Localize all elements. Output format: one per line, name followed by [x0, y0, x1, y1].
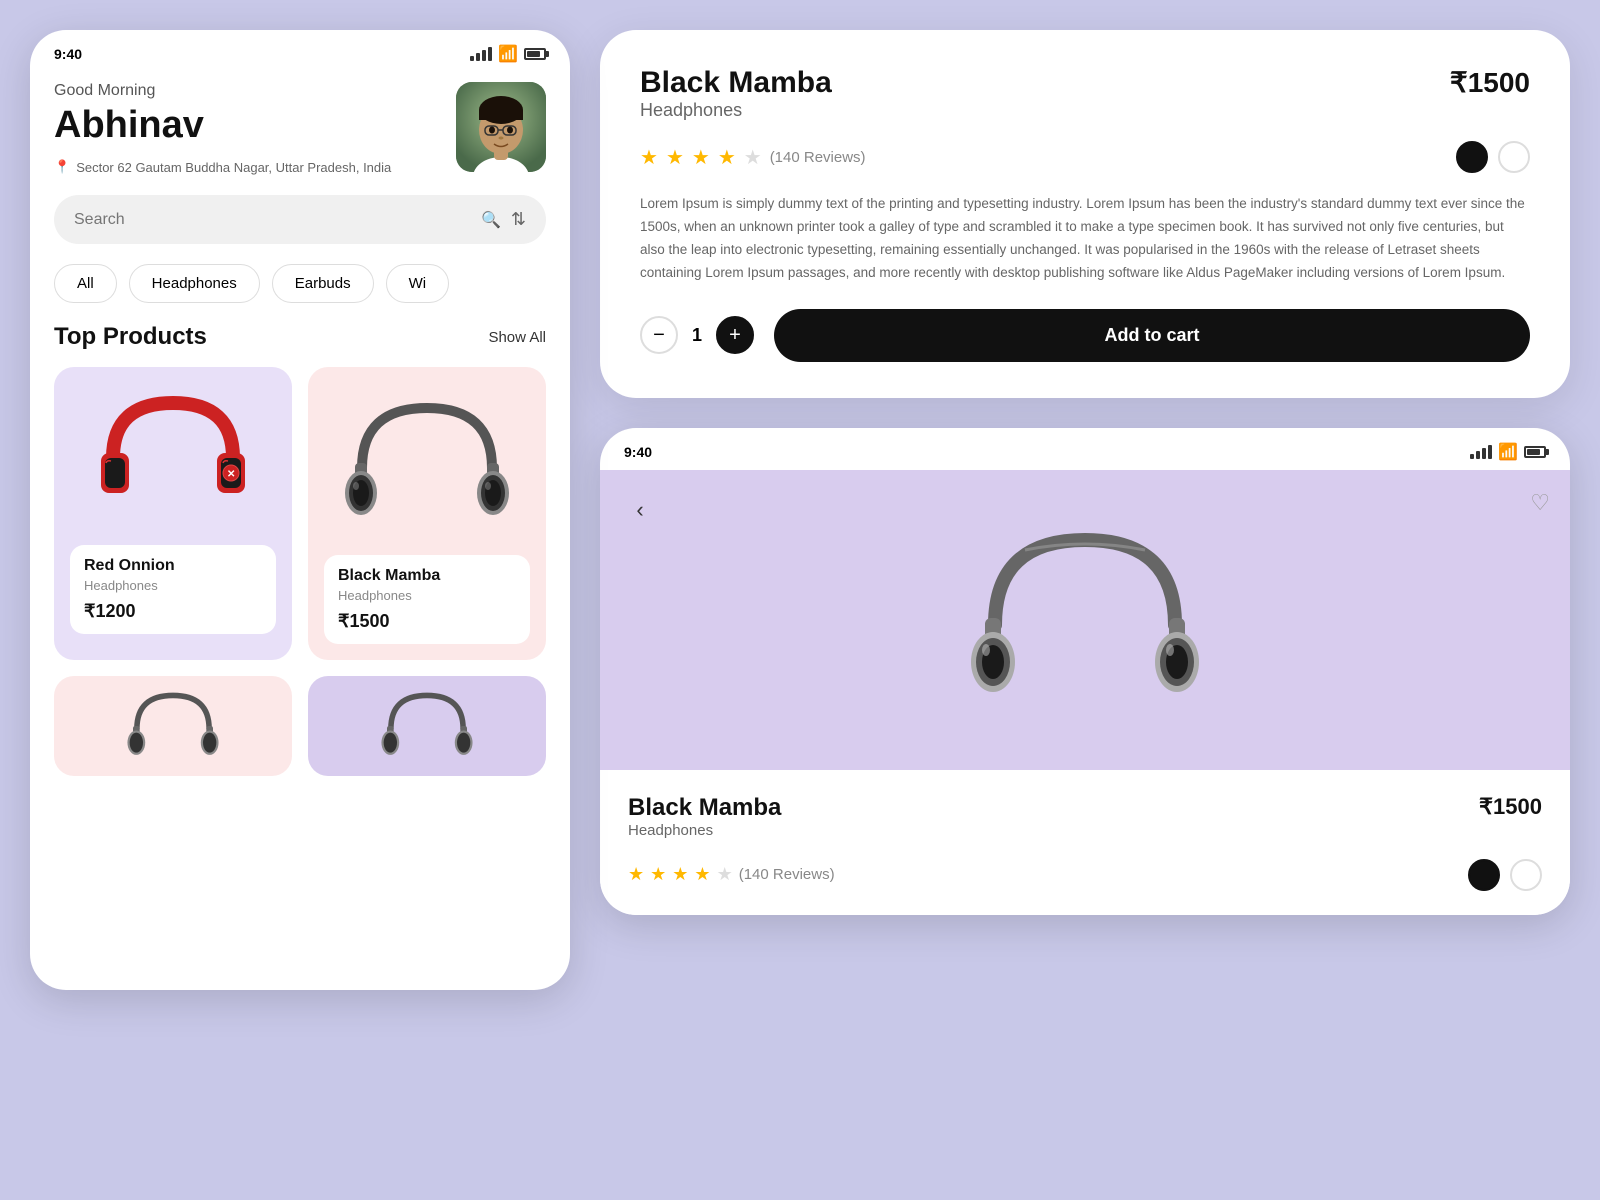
- bottom-detail-title: Black Mamba: [628, 794, 781, 822]
- product-image-red-onnion: ✕: [70, 383, 276, 533]
- product-type-2: Headphones: [338, 588, 516, 603]
- detail-header: Black Mamba Headphones ₹1500: [640, 66, 1530, 135]
- bottom-star-3: ★: [672, 864, 688, 885]
- bottom-title-group: Black Mamba Headphones: [628, 794, 781, 853]
- section-title: Top Products: [54, 323, 207, 351]
- bottom-status-bar: 9:40 📶: [600, 428, 1570, 470]
- bottom-star-2: ★: [650, 864, 666, 885]
- bottom-wifi-icon: 📶: [1498, 442, 1518, 462]
- search-bar[interactable]: 🔍 ⇅: [54, 195, 546, 244]
- detail-subtitle: Headphones: [640, 100, 832, 121]
- product-name-1: Red Onnion: [84, 557, 262, 575]
- bottom-detail-price: ₹1500: [1479, 794, 1542, 820]
- product-image-black-mamba: [324, 383, 530, 543]
- bottom-color-white[interactable]: [1510, 859, 1542, 891]
- status-bar: 9:40 📶: [30, 30, 570, 72]
- location-pin-icon: 📍: [54, 159, 70, 175]
- category-wi[interactable]: Wi: [386, 264, 450, 303]
- description-text: Lorem Ipsum is simply dummy text of the …: [640, 193, 1530, 285]
- left-phone: 9:40 📶 Good Morning Abhinav 📍 Sector 62 …: [30, 30, 570, 990]
- categories-row: All Headphones Earbuds Wi: [30, 264, 570, 323]
- product-image-screen: ‹ ♡: [600, 470, 1570, 770]
- product-info-black-mamba: Black Mamba Headphones ₹1500: [324, 555, 530, 644]
- section-header: Top Products Show All: [30, 323, 570, 367]
- star-1: ★: [640, 145, 658, 170]
- time-display: 9:40: [54, 46, 82, 62]
- status-icons: 📶: [470, 44, 546, 64]
- bottom-star-1: ★: [628, 864, 644, 885]
- star-5: ★: [744, 145, 762, 170]
- bottom-stars-row: ★ ★ ★ ★ ★ (140 Reviews): [628, 859, 1542, 891]
- signal-icon: [470, 47, 492, 61]
- color-black[interactable]: [1456, 141, 1488, 173]
- detail-title-group: Black Mamba Headphones: [640, 66, 832, 135]
- add-to-cart-row: − 1 + Add to cart: [640, 309, 1530, 362]
- filter-button[interactable]: ⇅: [511, 209, 526, 230]
- star-2: ★: [666, 145, 684, 170]
- bottom-detail-header: Black Mamba Headphones ₹1500: [628, 794, 1542, 853]
- product-type-1: Headphones: [84, 578, 262, 593]
- detail-card: Black Mamba Headphones ₹1500 ★ ★ ★ ★ ★ (…: [600, 30, 1570, 398]
- location-text: Sector 62 Gautam Buddha Nagar, Uttar Pra…: [76, 160, 391, 175]
- search-input[interactable]: [74, 211, 471, 229]
- category-all[interactable]: All: [54, 264, 117, 303]
- color-white[interactable]: [1498, 141, 1530, 173]
- reviews-text: (140 Reviews): [770, 149, 866, 166]
- header-section: Good Morning Abhinav 📍 Sector 62 Gautam …: [30, 72, 570, 175]
- bottom-color-options: [1468, 859, 1542, 891]
- svg-text:✕: ✕: [227, 469, 235, 480]
- star-4: ★: [718, 145, 736, 170]
- bottom-signal-icon: [1470, 445, 1492, 459]
- avatar: [456, 82, 546, 172]
- quantity-control: − 1 +: [640, 316, 754, 354]
- bottom-phone: 9:40 📶 ‹ ♡: [600, 428, 1570, 915]
- bottom-reviews: (140 Reviews): [739, 866, 835, 883]
- category-headphones[interactable]: Headphones: [129, 264, 260, 303]
- favorite-button[interactable]: ♡: [1530, 490, 1550, 516]
- bottom-detail: Black Mamba Headphones ₹1500 ★ ★ ★ ★ ★ (…: [600, 770, 1570, 915]
- product-card-red-onnion[interactable]: ✕ Red Onnion Headphones ₹1200: [54, 367, 292, 660]
- bottom-battery-icon: [1524, 446, 1546, 458]
- product-card-black-mamba[interactable]: Black Mamba Headphones ₹1500: [308, 367, 546, 660]
- location-row: 📍 Sector 62 Gautam Buddha Nagar, Uttar P…: [54, 159, 391, 175]
- product-price-1: ₹1200: [84, 601, 262, 622]
- color-options: [1456, 141, 1530, 173]
- search-icon[interactable]: 🔍: [481, 210, 501, 230]
- user-info: Good Morning Abhinav 📍 Sector 62 Gautam …: [54, 82, 391, 175]
- bottom-star-4: ★: [694, 864, 710, 885]
- bottom-status-icons: 📶: [1470, 442, 1546, 462]
- add-to-cart-button[interactable]: Add to cart: [774, 309, 1530, 362]
- quantity-value: 1: [692, 325, 702, 346]
- star-3: ★: [692, 145, 710, 170]
- battery-icon: [524, 48, 546, 60]
- decrease-quantity-button[interactable]: −: [640, 316, 678, 354]
- back-button[interactable]: ‹: [620, 490, 660, 530]
- wifi-icon: 📶: [498, 44, 518, 64]
- product-info-red-onnion: Red Onnion Headphones ₹1200: [70, 545, 276, 634]
- show-all-button[interactable]: Show All: [488, 329, 546, 346]
- right-column: Black Mamba Headphones ₹1500 ★ ★ ★ ★ ★ (…: [600, 30, 1570, 915]
- bottom-time: 9:40: [624, 444, 652, 460]
- detail-price: ₹1500: [1450, 66, 1530, 99]
- increase-quantity-button[interactable]: +: [716, 316, 754, 354]
- product-price-2: ₹1500: [338, 611, 516, 632]
- greeting-text: Good Morning: [54, 82, 391, 100]
- detail-title: Black Mamba: [640, 66, 832, 100]
- stars-row: ★ ★ ★ ★ ★ (140 Reviews): [640, 141, 1530, 173]
- category-earbuds[interactable]: Earbuds: [272, 264, 374, 303]
- product-name-2: Black Mamba: [338, 567, 516, 585]
- user-name: Abhinav: [54, 104, 391, 147]
- products-grid: ✕ Red Onnion Headphones ₹1200: [30, 367, 570, 660]
- bottom-color-black[interactable]: [1468, 859, 1500, 891]
- bottom-detail-subtitle: Headphones: [628, 822, 781, 839]
- bottom-star-5: ★: [717, 864, 733, 885]
